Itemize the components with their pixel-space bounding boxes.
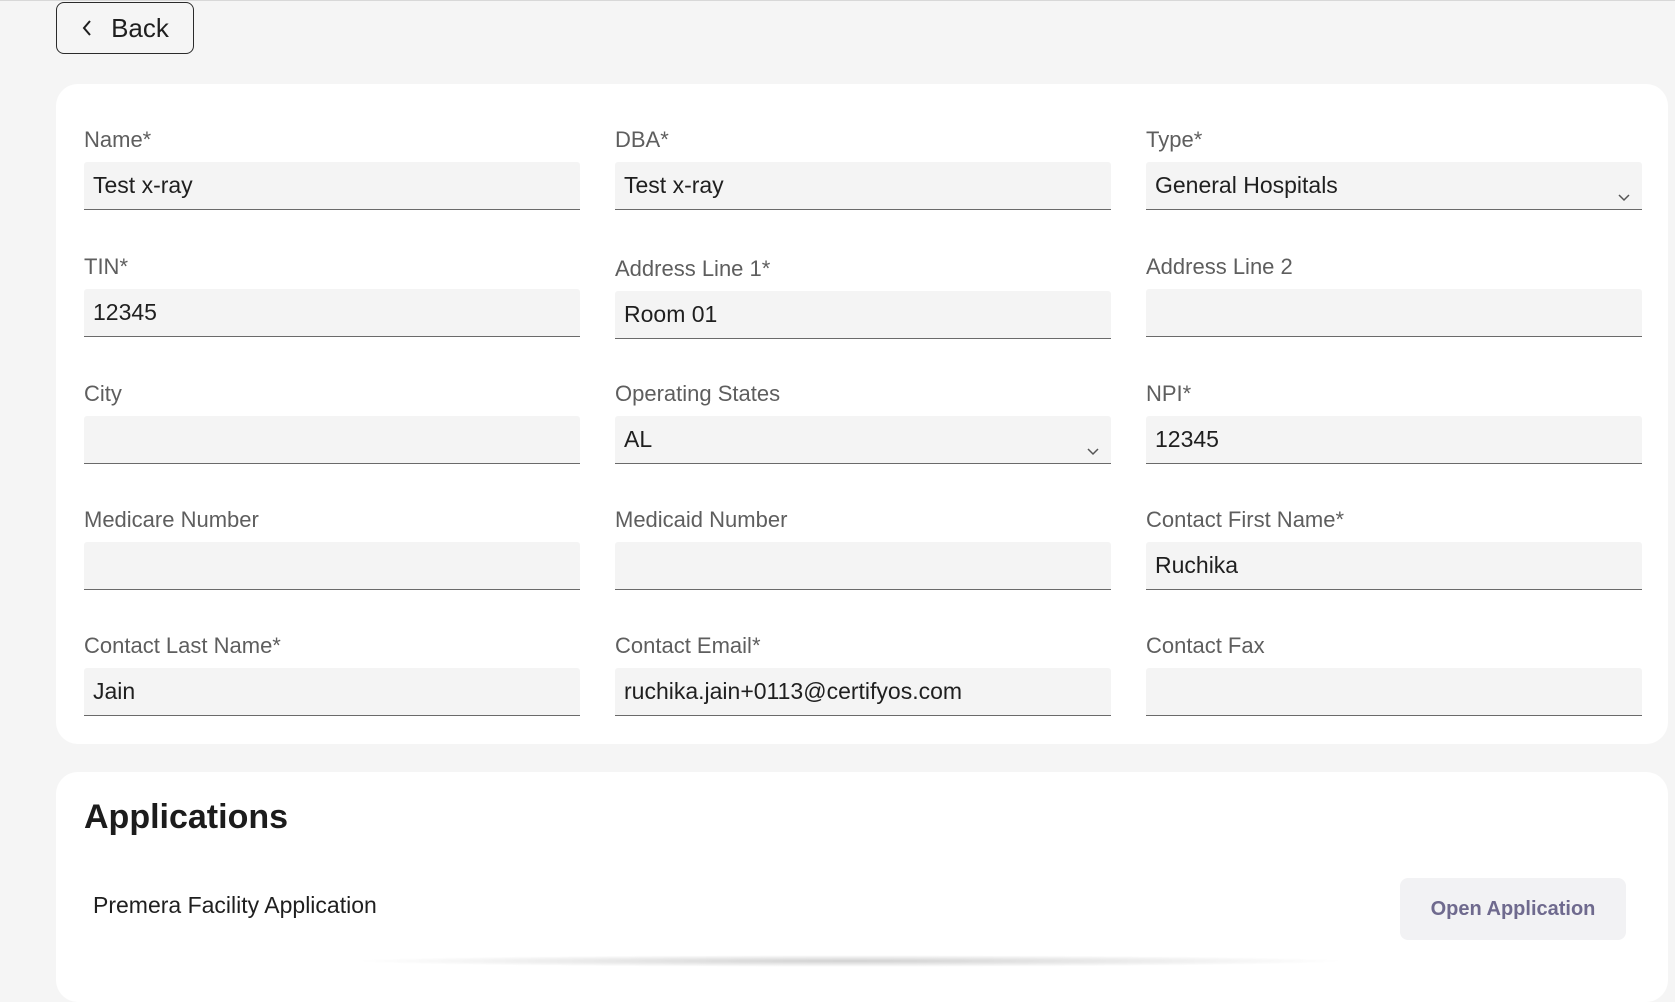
contact-fax-field: Contact Fax [1146, 632, 1642, 716]
scroll-shadow [350, 955, 1350, 967]
name-field: Name* Test x-ray [84, 126, 580, 210]
city-label: City [84, 381, 122, 406]
address-line-2-input[interactable] [1146, 289, 1642, 337]
city-field: City [84, 380, 580, 464]
tin-input[interactable]: 12345 [84, 289, 580, 337]
contact-last-name-label: Contact Last Name* [84, 633, 281, 658]
medicaid-number-input[interactable] [615, 542, 1111, 590]
type-select[interactable]: General Hospitals [1146, 162, 1642, 210]
dba-input[interactable]: Test x-ray [615, 162, 1111, 210]
city-input[interactable] [84, 416, 580, 464]
name-label: Name* [84, 127, 152, 152]
address-line-1-label: Address Line 1* [615, 256, 771, 281]
medicare-number-input[interactable] [84, 542, 580, 590]
type-field: Type* General Hospitals [1146, 126, 1642, 210]
applications-title: Applications [84, 798, 289, 836]
contact-last-name-field: Contact Last Name* Jain [84, 632, 580, 716]
type-label: Type* [1146, 127, 1203, 152]
contact-first-name-input[interactable]: Ruchika [1146, 542, 1642, 590]
contact-email-input[interactable]: ruchika.jain+0113@certifyos.com [615, 668, 1111, 716]
medicaid-number-label: Medicaid Number [615, 507, 788, 532]
operating-states-value: AL [624, 426, 653, 452]
chevron-down-icon [1087, 435, 1099, 462]
medicare-number-label: Medicare Number [84, 507, 259, 532]
contact-first-name-label: Contact First Name* [1146, 507, 1345, 532]
dba-value: Test x-ray [624, 172, 724, 198]
chevron-left-icon [81, 19, 93, 37]
address-line-1-value: Room 01 [624, 301, 718, 327]
dba-field: DBA* Test x-ray [615, 126, 1111, 210]
contact-last-name-input[interactable]: Jain [84, 668, 580, 716]
address-line-1-input[interactable]: Room 01 [615, 291, 1111, 339]
medicare-number-field: Medicare Number [84, 506, 580, 590]
type-value: General Hospitals [1155, 172, 1338, 198]
address-line-1-field: Address Line 1* Room 01 [615, 255, 1111, 339]
medicaid-number-field: Medicaid Number [615, 506, 1111, 590]
address-line-2-field: Address Line 2 [1146, 253, 1642, 337]
contact-email-value: ruchika.jain+0113@certifyos.com [624, 678, 963, 704]
back-button[interactable]: Back [56, 2, 194, 54]
open-application-button[interactable]: Open Application [1400, 878, 1626, 940]
contact-email-label: Contact Email* [615, 633, 761, 658]
contact-email-field: Contact Email* ruchika.jain+0113@certify… [615, 632, 1111, 716]
contact-last-name-value: Jain [93, 678, 136, 704]
operating-states-field: Operating States AL [615, 380, 1111, 464]
contact-first-name-field: Contact First Name* Ruchika [1146, 506, 1642, 590]
applications-card: Applications Premera Facility Applicatio… [56, 772, 1668, 1002]
npi-value: 12345 [1155, 426, 1219, 452]
dba-label: DBA* [615, 127, 669, 152]
tin-label: TIN* [84, 254, 128, 279]
chevron-down-icon [1618, 181, 1630, 208]
tin-field: TIN* 12345 [84, 253, 580, 337]
back-button-label: Back [111, 12, 169, 43]
name-input[interactable]: Test x-ray [84, 162, 580, 210]
top-divider [0, 0, 1675, 1]
contact-fax-label: Contact Fax [1146, 633, 1265, 658]
npi-field: NPI* 12345 [1146, 380, 1642, 464]
facility-form-card: Name* Test x-ray DBA* Test x-ray Type* G… [56, 84, 1668, 744]
address-line-2-label: Address Line 2 [1146, 254, 1293, 279]
contact-first-name-value: Ruchika [1155, 552, 1239, 578]
operating-states-select[interactable]: AL [615, 416, 1111, 464]
npi-label: NPI* [1146, 381, 1192, 406]
operating-states-label: Operating States [615, 381, 781, 406]
contact-fax-input[interactable] [1146, 668, 1642, 716]
tin-value: 12345 [93, 299, 157, 325]
application-name: Premera Facility Application [93, 892, 377, 918]
npi-input[interactable]: 12345 [1146, 416, 1642, 464]
name-value: Test x-ray [93, 172, 193, 198]
